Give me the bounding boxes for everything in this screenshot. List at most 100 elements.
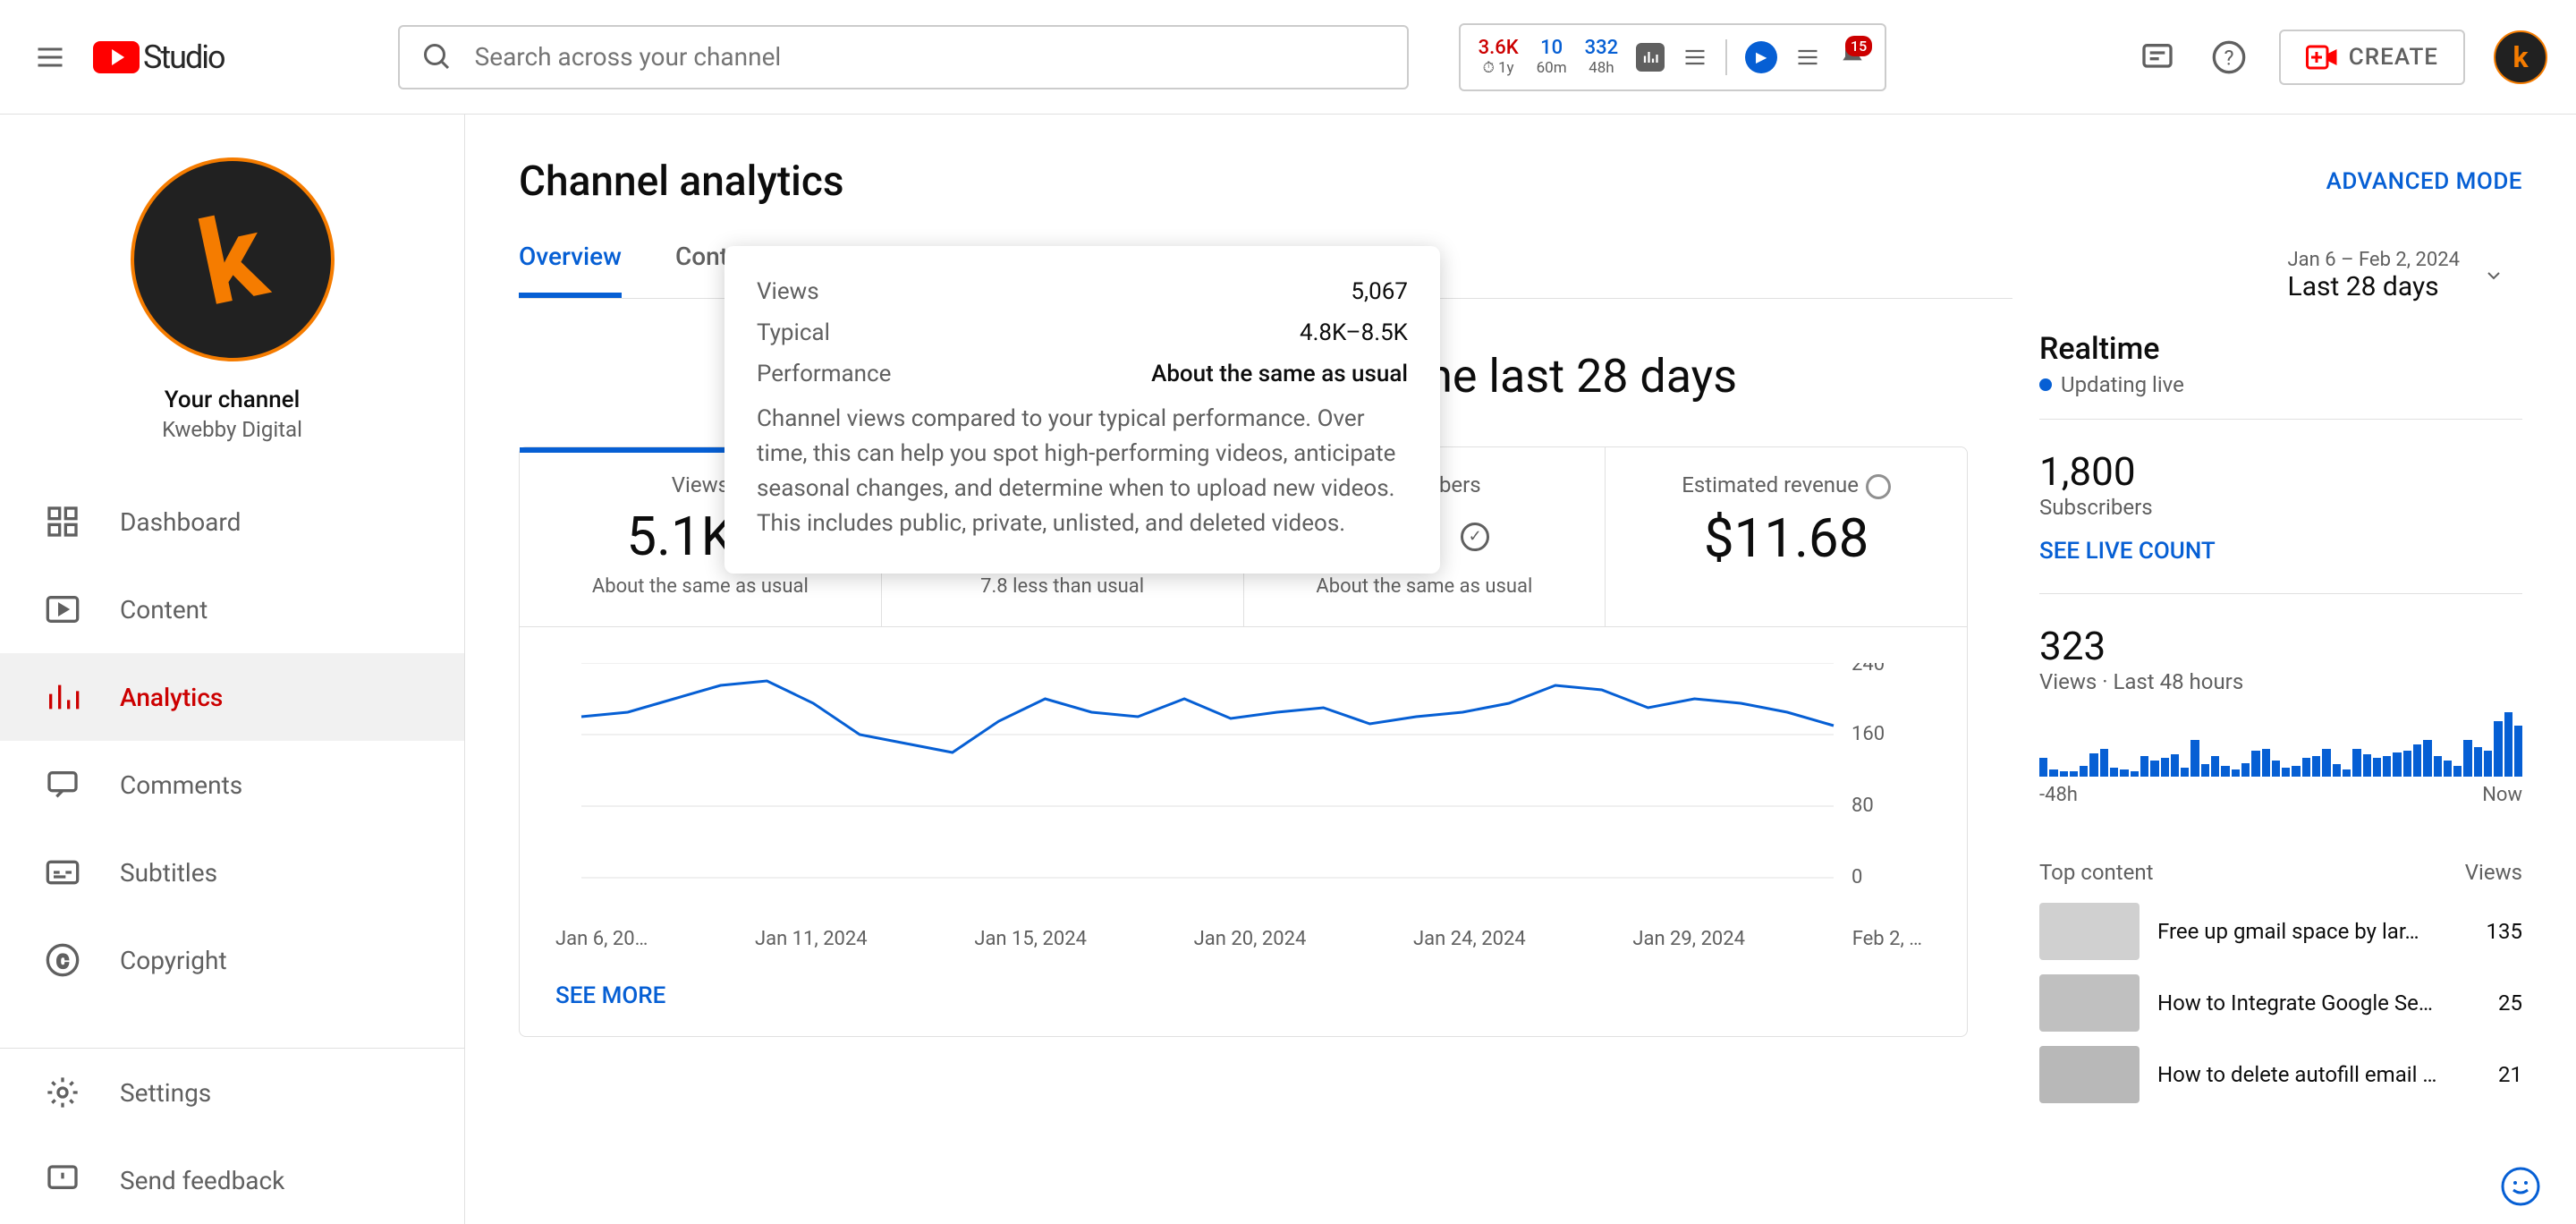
chart-container: 240 160 80 0 Jan 6, 20…Jan 11, 2024Jan 1… bbox=[519, 627, 1968, 1037]
nav-item-copyright[interactable]: CCopyright bbox=[0, 916, 464, 1004]
realtime-bar-chart[interactable] bbox=[2039, 712, 2522, 777]
chevron-down-icon bbox=[2483, 265, 2504, 286]
realtime-bar bbox=[2110, 768, 2118, 777]
realtime-bar bbox=[2504, 712, 2512, 777]
menu-icon[interactable] bbox=[1795, 45, 1820, 70]
date-range-picker[interactable]: Jan 6 – Feb 2, 2024 Last 28 days bbox=[2288, 249, 2504, 302]
create-icon bbox=[2306, 45, 2338, 70]
tooltip-description: Channel views compared to your typical p… bbox=[757, 402, 1408, 541]
video-title: How to Integrate Google Se… bbox=[2157, 990, 2480, 1016]
chart-icon[interactable] bbox=[1636, 43, 1665, 72]
realtime-bar bbox=[2089, 753, 2097, 777]
metric-3-sub: 48h bbox=[1589, 59, 1614, 77]
realtime-bar bbox=[2171, 754, 2179, 777]
video-title: Free up gmail space by lar… bbox=[2157, 919, 2469, 944]
search-box[interactable] bbox=[398, 25, 1409, 89]
youtube-icon bbox=[93, 41, 140, 73]
realtime-bar bbox=[2352, 749, 2360, 777]
tooltip-label: Views bbox=[757, 278, 819, 305]
see-live-count-link[interactable]: SEE LIVE COUNT bbox=[2039, 538, 2522, 565]
channel-avatar[interactable]: k bbox=[131, 157, 335, 361]
app-header: Studio 3.6K ⏱ 1y 10 60m 332 48h ▶ 15 bbox=[0, 0, 2576, 115]
notification-bell[interactable]: 15 bbox=[1838, 41, 1867, 73]
content-icon bbox=[43, 590, 82, 629]
nav-label: Comments bbox=[120, 770, 242, 800]
logo-text: Studio bbox=[143, 38, 225, 76]
tc-header: Top content Views bbox=[2039, 860, 2522, 885]
help-button[interactable]: ? bbox=[2207, 36, 2250, 79]
studio-logo[interactable]: Studio bbox=[93, 36, 225, 79]
advanced-mode-link[interactable]: ADVANCED MODE bbox=[2326, 168, 2522, 195]
nav-list: Dashboard ContentAnalytics Comments Subtitl… bbox=[0, 478, 464, 1048]
copyright-icon: C bbox=[43, 940, 82, 980]
tooltip-label: Typical bbox=[757, 319, 830, 346]
user-avatar[interactable]: k bbox=[2494, 30, 2547, 84]
nav-item-comments[interactable]: Comments bbox=[0, 741, 464, 829]
channel-name: Kwebby Digital bbox=[162, 417, 302, 442]
top-content-row[interactable]: Free up gmail space by lar… 135 bbox=[2039, 903, 2522, 960]
metric-card-estimated-revenue[interactable]: Estimated revenue $11.68 bbox=[1606, 447, 1967, 626]
chat-button[interactable] bbox=[2136, 36, 2179, 79]
nav-item-send-feedback[interactable]: Send feedback bbox=[0, 1136, 464, 1224]
realtime-bar bbox=[2251, 751, 2259, 777]
feedback-icon bbox=[43, 1160, 82, 1200]
rt-views: 323 Views · Last 48 hours -48h Now bbox=[2039, 593, 2522, 835]
realtime-bar bbox=[2403, 751, 2411, 777]
realtime-bar bbox=[2363, 754, 2371, 777]
video-views: 135 bbox=[2487, 919, 2522, 944]
nav-item-subtitles[interactable]: Subtitles bbox=[0, 829, 464, 916]
nav-item-content[interactable]: Content bbox=[0, 565, 464, 653]
hamburger-menu[interactable] bbox=[29, 36, 72, 79]
footer-list: Settings Send feedback bbox=[0, 1049, 464, 1224]
realtime-bar bbox=[2434, 756, 2442, 777]
realtime-bar bbox=[2201, 764, 2209, 777]
channel-avatar-letter: k bbox=[188, 186, 277, 333]
nav-item-settings[interactable]: Settings bbox=[0, 1049, 464, 1136]
nav-item-analytics[interactable]: Analytics bbox=[0, 653, 464, 741]
metric-2-val: 10 bbox=[1540, 37, 1563, 59]
sidebar-footer: Settings Send feedback bbox=[0, 1048, 464, 1224]
header-right: ? CREATE k bbox=[2136, 30, 2547, 85]
lines-icon[interactable] bbox=[1682, 45, 1707, 70]
channel-title: Your channel bbox=[165, 387, 300, 413]
realtime-title: Realtime bbox=[2039, 331, 2522, 367]
notif-count: 15 bbox=[1845, 36, 1872, 56]
realtime-bar bbox=[2343, 769, 2351, 777]
create-label: CREATE bbox=[2349, 44, 2438, 71]
create-button[interactable]: CREATE bbox=[2279, 30, 2465, 85]
line-chart[interactable]: 240 160 80 0 bbox=[555, 663, 1931, 914]
realtime-bar bbox=[2120, 769, 2128, 777]
tooltip-value: 4.8K–8.5K bbox=[1300, 319, 1408, 346]
nav-label: Dashboard bbox=[120, 507, 241, 537]
tooltip-row: Typical 4.8K–8.5K bbox=[757, 319, 1408, 346]
chat-bubble-icon[interactable] bbox=[2501, 1167, 2540, 1206]
top-content-row[interactable]: How to delete autofill email … 21 bbox=[2039, 1046, 2522, 1103]
realtime-panel: Realtime Updating live 1,800 Subscribers… bbox=[2004, 331, 2522, 1118]
date-range-text: Jan 6 – Feb 2, 2024 bbox=[2288, 249, 2460, 271]
nav-label: Settings bbox=[120, 1078, 211, 1108]
metric-1: 3.6K ⏱ 1y bbox=[1479, 37, 1519, 77]
updating-dot-icon bbox=[2039, 378, 2052, 391]
svg-text:C: C bbox=[56, 950, 68, 972]
metric-value: $11.68 bbox=[1623, 506, 1949, 570]
video-thumbnail bbox=[2039, 974, 2140, 1032]
nav-item-dashboard[interactable]: Dashboard bbox=[0, 478, 464, 565]
bar-label-right: Now bbox=[2482, 784, 2522, 806]
bar-labels: -48h Now bbox=[2039, 784, 2522, 806]
sidebar: k Your channel Kwebby Digital Dashboard C… bbox=[0, 115, 465, 1224]
metric-label: Estimated revenue bbox=[1623, 472, 1949, 499]
play-circle-icon[interactable]: ▶ bbox=[1745, 41, 1777, 73]
svg-text:240: 240 bbox=[1852, 663, 1885, 676]
header-metrics[interactable]: 3.6K ⏱ 1y 10 60m 332 48h ▶ 15 bbox=[1459, 23, 1887, 91]
tab-overview[interactable]: Overview bbox=[519, 220, 622, 298]
search-input[interactable] bbox=[475, 42, 1385, 72]
realtime-bar bbox=[2312, 756, 2320, 777]
chart-x-label: Jan 24, 2024 bbox=[1413, 928, 1526, 950]
check-icon: ✓ bbox=[1461, 523, 1489, 551]
top-content-row[interactable]: How to Integrate Google Se… 25 bbox=[2039, 974, 2522, 1032]
tooltip-row: Views 5,067 bbox=[757, 278, 1408, 305]
comments-icon bbox=[43, 765, 82, 804]
realtime-bar bbox=[2484, 751, 2492, 777]
see-more-link[interactable]: SEE MORE bbox=[555, 982, 1931, 1009]
dashboard-icon bbox=[43, 502, 82, 541]
